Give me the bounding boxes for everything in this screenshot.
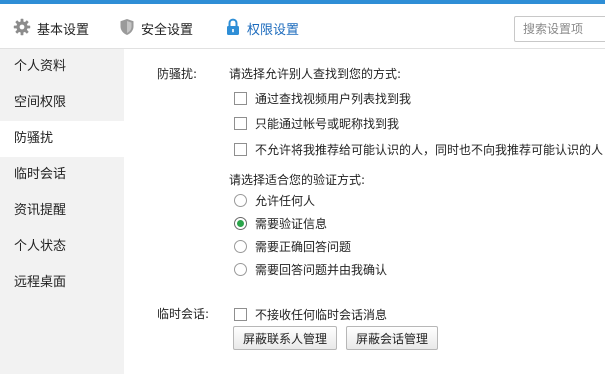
verify-option-answer-and-confirm-label: 需要回答问题并由我确认 [255,263,388,277]
verify-option-require-message[interactable]: 需要验证信息 [234,215,327,232]
tab-security-settings-label: 安全设置 [141,22,194,38]
verify-option-correct-answer-label: 需要正确回答问题 [255,240,352,254]
settings-tab-bar: 基本设置 安全设置 权限设置 [0,0,605,49]
tab-permission-settings[interactable]: 权限设置 [225,16,299,40]
settings-content: 防骚扰: 请选择允许别人查找到您的方式: 通过查找视频用户列表找到我 只能通过帐… [124,49,605,374]
gear-icon [13,18,31,39]
block-contacts-manage-button[interactable]: 屏蔽联系人管理 [233,326,338,350]
tab-permission-settings-label: 权限设置 [247,22,300,38]
checkbox[interactable] [234,117,247,130]
temp-chat-block-all-label: 不接收任何临时会话消息 [255,308,388,322]
find-option-account-only[interactable]: 只能通过帐号或昵称找到我 [234,115,399,132]
find-method-prompt: 请选择允许别人查找到您的方式: [229,67,402,81]
find-option-video-list[interactable]: 通过查找视频用户列表找到我 [234,90,411,107]
radio-button-selected[interactable] [234,217,247,230]
checkbox[interactable] [234,308,247,321]
block-sessions-manage-button[interactable]: 屏蔽会话管理 [346,326,439,350]
sidebar-item-anti-harassment[interactable]: 防骚扰 [0,121,124,157]
anti-harassment-section-label: 防骚扰: [157,67,198,81]
verify-method-prompt: 请选择适合您的验证方式: [229,173,366,187]
checkbox[interactable] [234,92,247,105]
verify-option-correct-answer[interactable]: 需要正确回答问题 [234,238,351,255]
sidebar-item-news-alerts[interactable]: 资讯提醒 [0,193,124,229]
verify-option-require-message-label: 需要验证信息 [255,217,328,231]
sidebar-item-space-permission[interactable]: 空间权限 [0,85,124,121]
radio-button[interactable] [234,240,247,253]
lock-icon [225,18,241,39]
verify-option-allow-anyone-label: 允许任何人 [255,194,316,208]
radio-button[interactable] [234,263,247,276]
verify-option-allow-anyone[interactable]: 允许任何人 [234,192,315,209]
radio-button[interactable] [234,194,247,207]
temp-chat-section-label: 临时会话: [157,307,210,321]
shield-icon [119,18,135,39]
find-option-no-recommend[interactable]: 不允许将我推荐给可能认识的人，同时也不向我推荐可能认识的人 [234,141,603,158]
sidebar-item-remote-desktop[interactable]: 远程桌面 [0,265,124,301]
find-option-video-list-label: 通过查找视频用户列表找到我 [255,92,412,106]
verify-option-answer-and-confirm[interactable]: 需要回答问题并由我确认 [234,261,387,278]
tab-basic-settings[interactable]: 基本设置 [13,16,89,40]
tab-security-settings[interactable]: 安全设置 [119,16,193,40]
sidebar-item-profile[interactable]: 个人资料 [0,49,124,85]
search-input[interactable] [514,16,605,42]
find-option-account-only-label: 只能通过帐号或昵称找到我 [255,117,400,131]
sidebar-item-temp-chat[interactable]: 临时会话 [0,157,124,193]
sidebar: 个人资料 空间权限 防骚扰 临时会话 资讯提醒 个人状态 远程桌面 [0,49,124,374]
temp-chat-block-all-option[interactable]: 不接收任何临时会话消息 [234,306,387,323]
find-option-no-recommend-label: 不允许将我推荐给可能认识的人，同时也不向我推荐可能认识的人 [255,143,604,157]
tab-basic-settings-label: 基本设置 [37,22,90,38]
checkbox[interactable] [234,143,247,156]
sidebar-item-personal-status[interactable]: 个人状态 [0,229,124,265]
